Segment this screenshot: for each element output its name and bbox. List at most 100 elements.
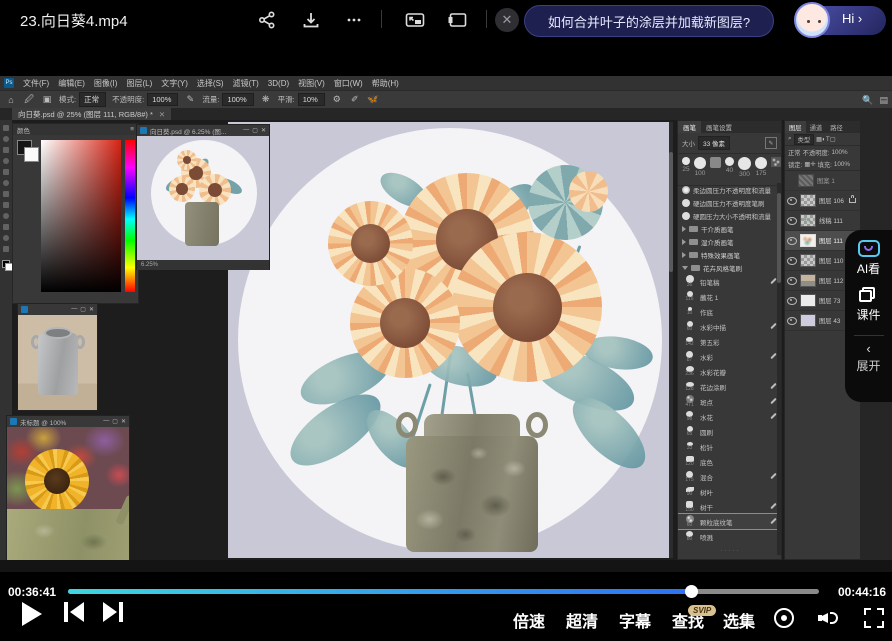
- volume-icon[interactable]: [818, 608, 842, 628]
- quality-button[interactable]: 超清: [566, 608, 598, 632]
- brush-item[interactable]: 471斑点: [678, 394, 781, 409]
- brush-panel-toggle-icon[interactable]: ▣: [41, 94, 53, 106]
- menu-window[interactable]: 窗口(W): [334, 78, 363, 89]
- record-icon[interactable]: [774, 608, 794, 628]
- close-icon[interactable]: ✕: [121, 418, 126, 425]
- brush-item[interactable]: 60水彩中描: [678, 319, 781, 334]
- brush-item[interactable]: 80喷溅: [678, 529, 781, 544]
- brush-preset[interactable]: [710, 157, 721, 169]
- tab-close-icon[interactable]: ✕: [159, 110, 165, 119]
- tab-channels[interactable]: 通道: [806, 121, 827, 133]
- menu-image[interactable]: 图像(I): [94, 78, 118, 89]
- minimize-icon[interactable]: —: [103, 418, 109, 425]
- brush-item[interactable]: 硬边圆压力不透明度笔刷: [678, 196, 781, 209]
- brush-preset[interactable]: 175: [755, 157, 767, 177]
- visibility-toggle[interactable]: [787, 237, 797, 245]
- mode-select[interactable]: 模式: 正常: [59, 92, 106, 107]
- hue-slider[interactable]: [125, 140, 135, 292]
- brush-item[interactable]: 98水花: [678, 409, 781, 424]
- menu-view[interactable]: 视图(V): [298, 78, 325, 89]
- brush-item[interactable]: 90树叶: [678, 484, 781, 499]
- layer-row[interactable]: 图案 1: [785, 171, 860, 191]
- maximize-icon[interactable]: ▢: [252, 127, 258, 134]
- brush-item[interactable]: 87水彩: [678, 349, 781, 364]
- brush-item-selected[interactable]: 60颗粒底纹笔: [678, 514, 781, 529]
- layer-thumbnail[interactable]: [800, 294, 816, 307]
- close-icon[interactable]: ✕: [261, 127, 266, 134]
- layer-thumbnail[interactable]: [800, 234, 816, 247]
- visibility-toggle[interactable]: [787, 217, 797, 225]
- speed-button[interactable]: 倍速: [513, 608, 545, 632]
- float-window-titlebar[interactable]: — ▢ ✕: [18, 304, 97, 315]
- subtitles-button[interactable]: 字幕: [619, 608, 651, 632]
- brush-item[interactable]: 10作底: [678, 304, 781, 319]
- close-icon[interactable]: ✕: [495, 8, 519, 32]
- opacity-control[interactable]: 不透明度: 100%: [112, 93, 178, 106]
- pressure-size-icon[interactable]: ✐: [349, 94, 361, 106]
- fg-bg-swatch[interactable]: [2, 260, 10, 268]
- scatter-brush-icon[interactable]: [771, 157, 781, 167]
- float-window-can-photo[interactable]: — ▢ ✕: [17, 303, 98, 411]
- fullscreen-icon[interactable]: [864, 608, 884, 628]
- brush-folder[interactable]: 花卉风格笔刷: [678, 261, 781, 274]
- tab-layers[interactable]: 图层: [785, 121, 806, 133]
- canvas-scrollbar[interactable]: [669, 122, 673, 558]
- tab-brushes[interactable]: 画笔: [678, 121, 701, 133]
- brush-item[interactable]: 33松针: [678, 439, 781, 454]
- ai-watch-button[interactable]: AI看: [857, 240, 880, 277]
- layer-filter-type[interactable]: 类型: [794, 134, 815, 145]
- layer-row[interactable]: 线稿 111: [785, 211, 860, 231]
- smoothing-gear-icon[interactable]: ⚙: [331, 94, 343, 106]
- tab-paths[interactable]: 路径: [826, 121, 847, 133]
- brush-item[interactable]: 硬圆压力大小不透明和流量: [678, 209, 781, 222]
- brush-preset[interactable]: 25: [682, 157, 690, 173]
- share-icon[interactable]: [254, 7, 280, 33]
- brush-item[interactable]: 120底色: [678, 454, 781, 469]
- float-window-sunflower[interactable]: 向日葵.psd @ 6.25% (图... — ▢ ✕ 6.25%: [136, 124, 270, 270]
- layer-thumbnail[interactable]: [800, 314, 816, 327]
- symmetry-icon[interactable]: 🦋: [367, 94, 379, 106]
- opacity-value[interactable]: 100%: [832, 149, 848, 156]
- document-tab[interactable]: 向日葵.psd @ 25% (图层 111, RGB/8#) * ✕: [12, 108, 171, 120]
- progress-bar[interactable]: [68, 589, 819, 594]
- visibility-toggle[interactable]: [787, 277, 797, 285]
- menu-type[interactable]: 文字(Y): [161, 78, 188, 89]
- menu-edit[interactable]: 编辑(E): [58, 78, 85, 89]
- episodes-button[interactable]: 选集: [723, 608, 755, 632]
- brush-item[interactable]: 128花边涂刷: [678, 379, 781, 394]
- visibility-toggle[interactable]: [787, 257, 797, 265]
- visibility-toggle[interactable]: [787, 197, 797, 205]
- search-bar[interactable]: 如何合并叶子的涂层并加载新图层?: [524, 5, 774, 37]
- brush-list-scrollbar[interactable]: [777, 183, 781, 555]
- previous-button[interactable]: [64, 602, 84, 622]
- assistant-button[interactable]: Hi ›: [794, 2, 886, 38]
- visibility-toggle[interactable]: [787, 297, 797, 305]
- menu-layer[interactable]: 图层(L): [126, 78, 152, 89]
- menu-select[interactable]: 选择(S): [197, 78, 224, 89]
- float-window-titlebar[interactable]: 向日葵.psd @ 6.25% (图... — ▢ ✕: [137, 125, 269, 136]
- filter-kind-icons[interactable]: ▦◐T▢: [816, 136, 836, 143]
- lock-icons[interactable]: ▦✛: [804, 161, 815, 168]
- expand-button[interactable]: ‹ 展开: [856, 344, 880, 374]
- brush-edit-icon[interactable]: ✎: [765, 137, 777, 149]
- brush-folder[interactable]: 湿介质画笔: [678, 235, 781, 248]
- layer-thumbnail[interactable]: [798, 174, 814, 187]
- float-window-bouquet-photo[interactable]: 未标题 @ 100% — ▢ ✕: [6, 415, 130, 565]
- brush-preset-icon[interactable]: 🖉: [23, 94, 35, 106]
- more-icon[interactable]: [341, 7, 367, 33]
- fill-value[interactable]: 100%: [834, 161, 850, 168]
- search-feature-icon[interactable]: 🔍: [862, 95, 873, 106]
- panel-menu-icon[interactable]: ≡: [130, 126, 134, 133]
- download-icon[interactable]: [298, 7, 324, 33]
- brush-item[interactable]: 236水彩花瓣: [678, 364, 781, 379]
- courseware-button[interactable]: 课件: [856, 287, 880, 323]
- widescreen-icon[interactable]: [444, 7, 470, 33]
- brush-size-value[interactable]: 33 像素: [698, 136, 730, 150]
- brush-preset[interactable]: 100: [694, 157, 706, 177]
- menu-filter[interactable]: 滤镜(T): [233, 78, 259, 89]
- smoothing-control[interactable]: 平滑: 10%: [278, 93, 325, 106]
- brush-folder[interactable]: 特殊效果画笔: [678, 248, 781, 261]
- brush-item[interactable]: 175混合: [678, 469, 781, 484]
- brush-item[interactable]: 柔边圆压力不透明度和流量: [678, 183, 781, 196]
- color-swatches[interactable]: [17, 140, 37, 160]
